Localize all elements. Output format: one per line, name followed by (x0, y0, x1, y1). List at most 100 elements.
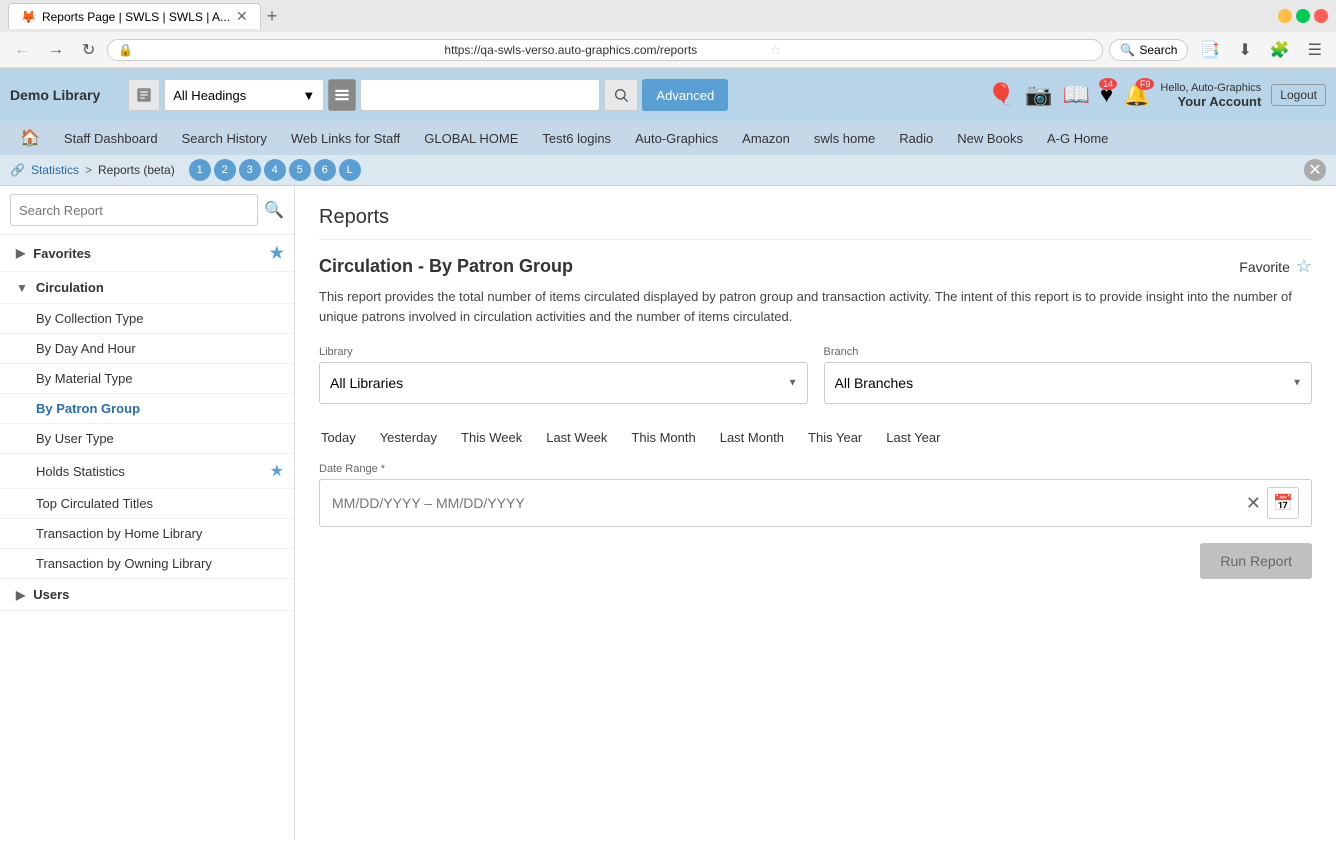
bell-icon-wrap[interactable]: 🔔 F9 (1123, 82, 1150, 108)
favorite-star-icon: ☆ (1296, 256, 1312, 277)
page-btn-4[interactable]: 4 (264, 159, 286, 181)
sidebar-item-transaction-home[interactable]: Transaction by Home Library (0, 519, 294, 549)
sidebar-item-transaction-owning[interactable]: Transaction by Owning Library (0, 549, 294, 579)
favorites-star-icon[interactable]: ★ (270, 243, 284, 263)
search-icon-btn[interactable] (128, 79, 160, 111)
nav-radio[interactable]: Radio (889, 127, 943, 150)
nav-ag-home[interactable]: A-G Home (1037, 127, 1118, 150)
run-report-btn[interactable]: Run Report (1200, 543, 1312, 579)
date-tab-this-week[interactable]: This Week (459, 424, 524, 453)
breadcrumb-statistics[interactable]: Statistics (31, 163, 79, 177)
advanced-search-btn[interactable]: Advanced (642, 79, 728, 111)
search-go-btn[interactable] (604, 79, 638, 111)
date-tab-last-year[interactable]: Last Year (884, 424, 942, 453)
branch-field: Branch All Branches (824, 346, 1313, 404)
page-btn-3[interactable]: 3 (239, 159, 261, 181)
favorite-btn[interactable]: Favorite ☆ (1239, 256, 1312, 277)
report-title-bar: Circulation - By Patron Group Favorite ☆ (319, 256, 1312, 277)
date-tab-this-month[interactable]: This Month (629, 424, 697, 453)
sidebar-item-by-patron-group[interactable]: By Patron Group (0, 394, 294, 424)
bookmark-list-btn[interactable]: 📑 (1194, 38, 1226, 62)
heart-icon-wrap[interactable]: ♥ 14 (1100, 82, 1113, 108)
search-icon: 🔍 (1120, 43, 1135, 57)
page-btn-6[interactable]: 6 (314, 159, 336, 181)
date-range-input[interactable] (332, 495, 1246, 511)
branch-select[interactable]: All Branches (824, 362, 1313, 404)
stack-icon[interactable] (328, 79, 356, 111)
sidebar-item-favorites[interactable]: ▶ Favorites ★ (0, 235, 294, 272)
browser-titlebar: 🦊 Reports Page | SWLS | SWLS | A... ✕ + (0, 0, 1336, 32)
search-section: All Headings ▼ Advanced (128, 79, 728, 111)
page-btn-l[interactable]: L (339, 159, 361, 181)
camera-icon-btn[interactable]: 📷 (1025, 82, 1052, 108)
search-input[interactable] (360, 79, 600, 111)
nav-search-history[interactable]: Search History (172, 127, 277, 150)
date-tab-today[interactable]: Today (319, 424, 358, 453)
nav-staff-dashboard[interactable]: Staff Dashboard (54, 127, 168, 150)
back-btn[interactable]: ← (8, 39, 36, 61)
nav-amazon[interactable]: Amazon (732, 127, 800, 150)
nav-global-home[interactable]: GLOBAL HOME (414, 127, 528, 150)
book-icon-btn[interactable]: 📖 (1063, 82, 1090, 108)
sidebar-users-label: Users (33, 587, 284, 602)
breadcrumb-bar: 🔗 Statistics > Reports (beta) 1 2 3 4 5 … (0, 155, 1336, 186)
sidebar-item-by-user-type[interactable]: By User Type (0, 424, 294, 454)
library-field: Library All Libraries (319, 346, 808, 404)
logout-btn[interactable]: Logout (1271, 84, 1326, 106)
forward-btn[interactable]: → (42, 39, 70, 61)
date-clear-btn[interactable]: ✕ (1246, 493, 1261, 514)
nav-new-books[interactable]: New Books (947, 127, 1033, 150)
nav-auto-graphics[interactable]: Auto-Graphics (625, 127, 728, 150)
date-tab-last-week[interactable]: Last Week (544, 424, 609, 453)
sidebar-item-top-circulated[interactable]: Top Circulated Titles (0, 489, 294, 519)
library-select-wrapper[interactable]: All Libraries (319, 362, 808, 404)
balloon-icon-btn[interactable]: 🎈 (988, 82, 1015, 108)
branch-select-wrapper[interactable]: All Branches (824, 362, 1313, 404)
sidebar-item-by-day-and-hour[interactable]: By Day And Hour (0, 334, 294, 364)
browser-search-box[interactable]: 🔍 Search (1109, 39, 1188, 61)
sidebar-item-by-material-type[interactable]: By Material Type (0, 364, 294, 394)
menu-btn[interactable]: ☰ (1302, 38, 1328, 62)
url-display: https://qa-swls-verso.auto-graphics.com/… (444, 43, 766, 57)
extensions-btn[interactable]: 🧩 (1264, 38, 1296, 62)
page-buttons: 1 2 3 4 5 6 L (189, 159, 361, 181)
page-btn-5[interactable]: 5 (289, 159, 311, 181)
nav-test6[interactable]: Test6 logins (532, 127, 621, 150)
report-title: Circulation - By Patron Group (319, 256, 573, 277)
sidebar-item-by-collection-type[interactable]: By Collection Type (0, 304, 294, 334)
bell-badge: F9 (1136, 78, 1155, 90)
library-select[interactable]: All Libraries (319, 362, 808, 404)
close-btn[interactable] (1314, 9, 1328, 23)
sidebar: 🔍 ▶ Favorites ★ ▼ Circulation By Collect… (0, 186, 295, 840)
dropdown-arrow-icon: ▼ (302, 88, 315, 103)
search-type-dropdown[interactable]: All Headings ▼ (164, 79, 324, 111)
maximize-btn[interactable] (1296, 9, 1310, 23)
page-btn-1[interactable]: 1 (189, 159, 211, 181)
date-tab-last-month[interactable]: Last Month (718, 424, 786, 453)
date-calendar-btn[interactable]: 📅 (1267, 487, 1299, 519)
sidebar-item-users[interactable]: ▶ Users (0, 579, 294, 611)
nav-web-links[interactable]: Web Links for Staff (281, 127, 410, 150)
refresh-btn[interactable]: ↻ (76, 38, 101, 62)
address-bar[interactable]: 🔒 https://qa-swls-verso.auto-graphics.co… (107, 39, 1103, 61)
download-btn[interactable]: ⬇ (1232, 38, 1257, 62)
page-btn-2[interactable]: 2 (214, 159, 236, 181)
circulation-chevron-icon: ▼ (16, 281, 28, 295)
bookmark-btn[interactable]: ☆ (770, 43, 1092, 57)
date-tab-this-year[interactable]: This Year (806, 424, 864, 453)
new-tab-btn[interactable]: + (267, 6, 278, 27)
sidebar-item-circulation[interactable]: ▼ Circulation (0, 272, 294, 304)
browser-chrome: 🦊 Reports Page | SWLS | SWLS | A... ✕ + … (0, 0, 1336, 69)
breadcrumb-close-btn[interactable]: ✕ (1304, 159, 1326, 181)
tab-close-btn[interactable]: ✕ (236, 8, 248, 25)
date-tab-yesterday[interactable]: Yesterday (378, 424, 439, 453)
sidebar-search-input[interactable] (10, 194, 258, 226)
nav-swls-home[interactable]: swls home (804, 127, 885, 150)
sidebar-item-holds-statistics[interactable]: Holds Statistics ★ (0, 454, 294, 489)
nav-home-btn[interactable]: 🏠 (10, 124, 50, 152)
sidebar-search-btn[interactable]: 🔍 (264, 200, 284, 220)
browser-tab[interactable]: 🦊 Reports Page | SWLS | SWLS | A... ✕ (8, 3, 261, 29)
holds-statistics-star-icon[interactable]: ★ (270, 461, 284, 481)
minimize-btn[interactable] (1278, 9, 1292, 23)
user-account[interactable]: Your Account (1178, 94, 1262, 109)
